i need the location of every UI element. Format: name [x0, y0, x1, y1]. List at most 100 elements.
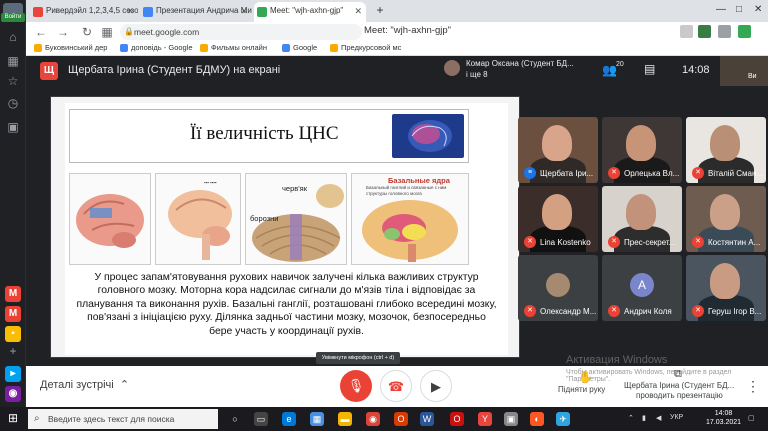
close-icon[interactable]: ✕ — [354, 2, 362, 20]
edge-icon[interactable]: e — [282, 412, 296, 426]
home-icon[interactable]: ⌂ — [6, 30, 20, 44]
network-icon[interactable]: ▮ — [642, 414, 646, 422]
avatar: А — [630, 273, 654, 297]
people-icon[interactable]: 👥 — [602, 63, 617, 77]
camera-icon[interactable] — [718, 25, 731, 38]
shield-icon[interactable] — [738, 25, 751, 38]
downloads-icon[interactable]: ▣ — [6, 120, 20, 134]
taskbar-search-input[interactable]: ⌕ Введите здесь текст для поиска — [28, 409, 218, 429]
meeting-details-label: Деталі зустрічі — [40, 379, 114, 391]
login-button[interactable]: Войти — [1, 13, 25, 22]
meeting-details-button[interactable]: Деталі зустрічі ⌃ — [40, 378, 129, 391]
participant-tile[interactable]: ✕ Олександр М... — [518, 255, 598, 321]
task-view-icon[interactable]: ▭ — [254, 412, 268, 426]
apps-icon[interactable]: ▦ — [6, 54, 20, 68]
participant-name: Lina Kostenko — [540, 238, 591, 247]
raise-hand-icon[interactable]: ✋ — [578, 370, 593, 384]
chrome-icon[interactable]: ◉ — [366, 412, 380, 426]
taskbar-clock[interactable]: 14:08 17.03.2021 — [706, 409, 741, 427]
participant-tile[interactable]: ≡ Щербата Іри... — [518, 117, 598, 183]
app-icon[interactable]: ▣ — [504, 412, 518, 426]
opera-icon[interactable]: O — [450, 412, 464, 426]
window-close-icon[interactable]: ✕ — [754, 4, 762, 15]
camera-toggle-button[interactable]: ▶ — [420, 370, 452, 402]
participant-tile[interactable]: ✕ Lina Kostenko — [518, 186, 598, 252]
tray-up-icon[interactable]: ⌃ — [628, 414, 634, 422]
participant-tile[interactable]: ✕ Геруш Ігор В... — [686, 255, 766, 321]
self-video-tile[interactable] — [720, 56, 768, 86]
close-icon[interactable]: ✕ — [240, 2, 248, 20]
search-icon: ⌕ — [34, 413, 40, 424]
label-basal-title: Базальные ядра — [388, 176, 450, 185]
speed-dial-icon[interactable]: ▦ — [100, 25, 114, 39]
chat-icon[interactable]: ▤ — [644, 62, 655, 76]
add-app-icon[interactable]: + — [6, 344, 20, 358]
url-input[interactable]: 🔒 meet.google.com — [120, 24, 362, 40]
participant-tile[interactable]: А ✕ Андрич Коля — [602, 255, 682, 321]
mic-toggle-button[interactable]: 🎙 — [340, 370, 372, 402]
contacts-app-icon[interactable]: ▪ — [5, 326, 21, 342]
folder-icon — [200, 44, 208, 52]
new-tab-icon[interactable]: + — [373, 3, 387, 17]
windows-taskbar: ⊞ ⌕ Введите здесь текст для поиска ○ ▭ e… — [0, 407, 768, 431]
cortana-icon[interactable]: ○ — [228, 412, 242, 426]
office-icon[interactable]: O — [394, 412, 408, 426]
tab-title: Презентация Андрича Ми — [156, 6, 252, 15]
language-indicator[interactable]: УКР — [670, 414, 683, 421]
yandex-icon[interactable]: Y — [478, 412, 492, 426]
gmail-app-icon[interactable]: M — [5, 306, 21, 322]
raise-hand-label[interactable]: Підняти руку — [558, 385, 605, 394]
participant-tile[interactable]: ✕ Костянтин А... — [686, 186, 766, 252]
vpn-icon[interactable] — [698, 25, 711, 38]
participant-tile[interactable]: ✕ Віталій Сман... — [686, 117, 766, 183]
volume-icon[interactable]: ◀ — [656, 414, 661, 422]
bookmark-item[interactable]: Предкурсовой мс — [330, 43, 401, 52]
tab-riverdale[interactable]: Ривердэйл 1,2,3,4,5 сезон ✕ — [30, 2, 138, 22]
participant-face — [626, 125, 656, 161]
slide-title-box: Її величність ЦНС — [69, 109, 469, 163]
participant-name: Орлецька Вл... — [624, 169, 680, 178]
brain-image-sagittal: ▪▪▪ ▪▪▪▪ — [155, 173, 241, 265]
bookmark-label: Предкурсовой мс — [341, 43, 402, 52]
forward-icon[interactable]: → — [56, 25, 70, 39]
bookmark-item[interactable]: Буковинський дер — [34, 43, 107, 52]
taskbar-date: 17.03.2021 — [706, 419, 742, 426]
extension-icon[interactable] — [680, 25, 693, 38]
word-icon[interactable]: W — [420, 412, 434, 426]
presenting-status-label: проводить презентацію — [636, 391, 723, 400]
bookmark-star-icon[interactable]: ☆ — [6, 74, 20, 88]
bookmark-item[interactable]: Фильмы онлайн — [200, 43, 267, 52]
close-icon[interactable]: ✕ — [126, 2, 134, 20]
windows-start-icon[interactable]: ⊞ — [8, 412, 21, 425]
notifications-icon[interactable]: ▢ — [748, 414, 755, 422]
telegram-icon[interactable]: ✈ — [556, 412, 570, 426]
participant-tile[interactable]: ✕ Прес-секрет... — [602, 186, 682, 252]
back-icon[interactable]: ← — [34, 25, 48, 39]
browser-app-icon[interactable]: ◐ — [530, 412, 544, 426]
app-icon-blue[interactable]: ▸ — [5, 366, 21, 382]
end-call-button[interactable]: ☎ — [380, 370, 412, 402]
self-name: Ви — [748, 73, 757, 80]
mic-muted-icon: ✕ — [524, 236, 536, 248]
meet-header: Щ Щербата Ірина (Студент БДМУ) на екрані… — [26, 56, 768, 86]
maximize-icon[interactable]: □ — [736, 4, 742, 15]
tab-presentation[interactable]: Презентация Андрича Ми ✕ — [140, 2, 252, 22]
bookmark-item[interactable]: доповідь - Google — [120, 43, 193, 52]
app-icon-purple[interactable]: ◉ — [5, 386, 21, 402]
store-icon[interactable]: ▦ — [310, 412, 324, 426]
presenting-user-label[interactable]: Щербата Ірина (Студент БД... — [624, 381, 734, 390]
bookmark-item[interactable]: Google — [282, 43, 317, 52]
tab-title: Meet: "wjh-axhn-gjp" — [270, 6, 344, 15]
bookmark-label: Фильмы онлайн — [211, 43, 267, 52]
reload-icon[interactable]: ↻ — [80, 25, 94, 39]
more-options-icon[interactable]: ⋮ — [746, 378, 760, 395]
history-icon[interactable]: ◷ — [6, 96, 20, 110]
participant-tile[interactable]: ✕ Орлецька Вл... — [602, 117, 682, 183]
minimize-icon[interactable]: — — [716, 4, 726, 15]
participant-face — [710, 194, 740, 230]
file-explorer-icon[interactable]: ▬ — [338, 412, 352, 426]
tab-meet[interactable]: Meet: "wjh-axhn-gjp" ✕ — [254, 2, 366, 22]
participant-name: Олександр М... — [540, 307, 597, 316]
mail-app-icon[interactable]: M — [5, 286, 21, 302]
present-screen-icon[interactable]: ⧉ — [674, 368, 682, 381]
